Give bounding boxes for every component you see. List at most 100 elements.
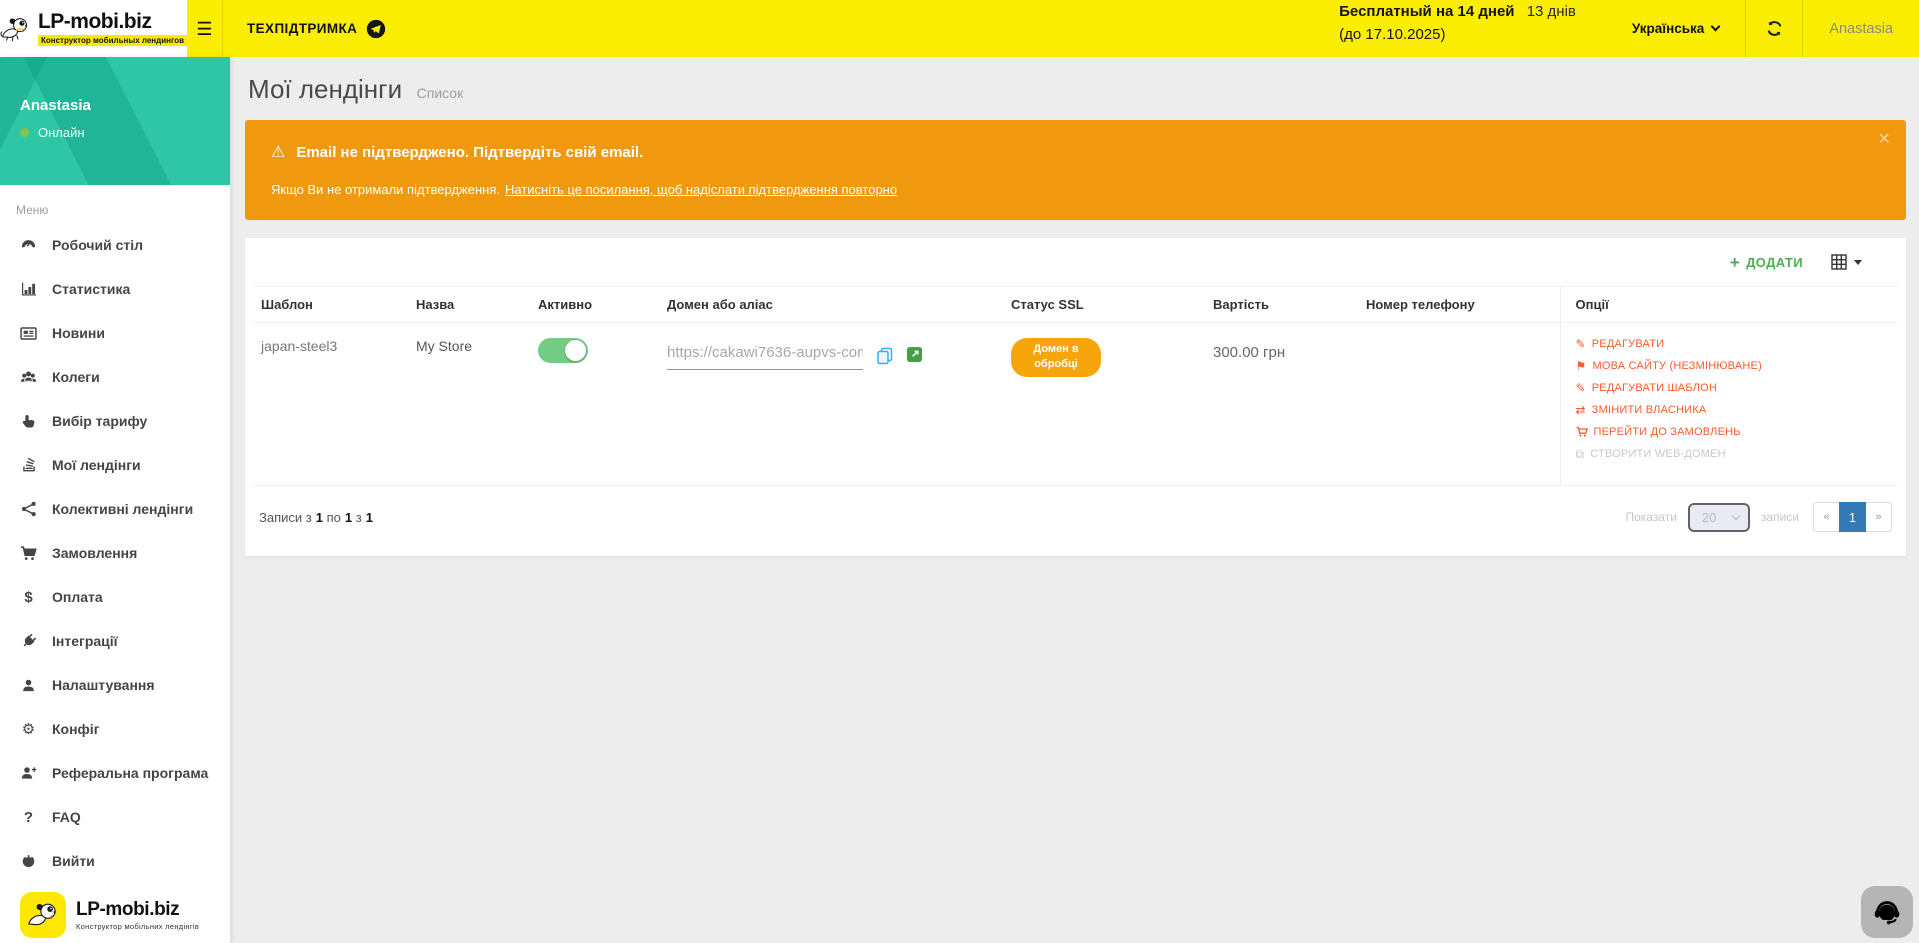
integrations-icon	[19, 633, 38, 649]
copy-domain-icon[interactable]	[876, 347, 894, 365]
sidebar-item-referral[interactable]: Реферальна програма	[0, 751, 230, 795]
column-header-ssl: Статус SSL	[1003, 287, 1205, 323]
cell-phone	[1358, 323, 1560, 486]
option-edit[interactable]: ✎ РЕДАГУВАТИ	[1576, 338, 1891, 350]
sidebar-item-statistics[interactable]: Статистика	[0, 267, 230, 311]
language-selector[interactable]: Українська	[1606, 0, 1745, 57]
domain-input[interactable]	[667, 338, 863, 370]
support-label: ТЕХПІДТРИМКА	[247, 21, 357, 36]
orders-icon	[19, 545, 38, 562]
my-landings-icon	[19, 457, 38, 473]
dashboard-icon	[19, 237, 38, 254]
sidebar-item-config[interactable]: ⚙ Конфіг	[0, 707, 230, 751]
sidebar-item-label: Замовлення	[52, 545, 137, 561]
online-status-label: Онлайн	[38, 125, 85, 140]
brand-logo[interactable]: LP-mobi.biz Конструктор мобильных лендин…	[0, 0, 187, 57]
column-header-phone: Номер телефону	[1358, 287, 1560, 323]
menu-section-label: Меню	[0, 185, 230, 217]
option-label: РЕДАГУВАТИ	[1592, 338, 1664, 350]
sidebar-item-label: Налаштування	[52, 677, 155, 693]
landings-panel: + ДОДАТИ Шаблон На	[245, 238, 1906, 556]
sidebar-item-orders[interactable]: Замовлення	[0, 531, 230, 575]
pagination-next-button[interactable]: »	[1865, 502, 1892, 532]
sidebar-item-integrations[interactable]: Інтеграції	[0, 619, 230, 663]
landings-table: Шаблон Назва Активно Домен або аліас Ста…	[253, 286, 1898, 486]
footer-brand-subtitle: Конструктор мобільних лендінгів	[76, 922, 199, 931]
page-size-select[interactable]: 20	[1688, 503, 1750, 532]
sidebar-item-label: Реферальна програма	[52, 765, 208, 781]
sidebar-item-my-landings[interactable]: Мої лендінги	[0, 443, 230, 487]
option-label: РЕДАГУВАТИ ШАБЛОН	[1592, 382, 1717, 394]
footer-brand-title: LP-mobi.biz	[76, 899, 199, 921]
option-site-language[interactable]: ⚑ МОВА САЙТУ (НЕЗМІНЮВАНЕ)	[1576, 360, 1891, 372]
sidebar-item-logout[interactable]: Вийти	[0, 839, 230, 883]
cell-template: japan-steel3	[253, 323, 408, 486]
sidebar-item-label: Конфіг	[52, 721, 100, 737]
config-icon: ⚙	[19, 720, 38, 738]
brand-subtitle: Конструктор мобильных лендингов	[38, 35, 187, 46]
sidebar-item-faq[interactable]: ? FAQ	[0, 795, 230, 839]
caret-down-icon	[1854, 260, 1862, 265]
ssl-status-badge: Домен в обробці	[1011, 338, 1101, 377]
refresh-button[interactable]	[1746, 0, 1802, 57]
sidebar-item-label: Вийти	[52, 853, 95, 869]
online-status-dot	[20, 128, 29, 137]
sidebar-item-label: Робочий стіл	[52, 237, 143, 253]
open-site-icon[interactable]	[907, 347, 922, 362]
sidebar-item-collective-landings[interactable]: Колективні лендінги	[0, 487, 230, 531]
table-row: japan-steel3 My Store	[253, 323, 1898, 486]
sidebar-item-colleagues[interactable]: Колеги	[0, 355, 230, 399]
resend-confirmation-link[interactable]: Натисніть це посилання, щоб надіслати пі…	[505, 182, 897, 197]
page-title: Мої лендінги	[248, 74, 402, 104]
pagination-page-1-button[interactable]: 1	[1839, 502, 1866, 532]
sidebar-item-news[interactable]: Новини	[0, 311, 230, 355]
sidebar-item-dashboard[interactable]: Робочий стіл	[0, 223, 230, 267]
pagination-prev-button[interactable]: «	[1813, 502, 1840, 532]
option-label: ПЕРЕЙТИ ДО ЗАМОВЛЕНЬ	[1594, 426, 1741, 438]
column-header-price: Вартість	[1205, 287, 1358, 323]
support-chat-button[interactable]	[1861, 886, 1913, 938]
sidebar-user-panel: Anastasia Онлайн	[0, 57, 230, 185]
topbar-username[interactable]: Anastasia	[1803, 0, 1919, 57]
sidebar-item-tariff[interactable]: Вибір тарифу	[0, 399, 230, 443]
add-landing-button[interactable]: + ДОДАТИ	[1730, 254, 1803, 271]
support-link[interactable]: ТЕХПІДТРИМКА	[223, 0, 406, 57]
sidebar-item-label: FAQ	[52, 809, 81, 825]
column-header-name: Назва	[408, 287, 530, 323]
telegram-icon	[366, 19, 386, 39]
columns-dropdown-button[interactable]	[1831, 254, 1862, 270]
trial-plan-name: Бесплатный на 14 дней	[1339, 3, 1514, 20]
main-content: Мої лендінги Список ⚠ Email не підтвердж…	[230, 57, 1919, 943]
add-button-label: ДОДАТИ	[1746, 255, 1803, 270]
option-edit-template[interactable]: ✎ РЕДАГУВАТИ ШАБЛОН	[1576, 382, 1891, 394]
language-icon: ⚑	[1576, 360, 1587, 372]
column-header-active: Активно	[530, 287, 659, 323]
dog-logo-icon	[0, 12, 31, 46]
edit-icon: ✎	[1576, 338, 1586, 350]
sidebar-item-label: Мої лендінги	[52, 457, 141, 473]
edit-template-icon: ✎	[1576, 382, 1586, 394]
refresh-icon	[1766, 20, 1783, 37]
close-icon[interactable]: ×	[1878, 129, 1890, 149]
column-header-template: Шаблон	[253, 287, 408, 323]
option-go-to-orders[interactable]: ПЕРЕЙТИ ДО ЗАМОВЛЕНЬ	[1576, 426, 1891, 438]
sidebar: Anastasia Онлайн Меню Робочий стіл Стати…	[0, 57, 230, 943]
sidebar-footer-brand[interactable]: LP-mobi.biz Конструктор мобільних лендін…	[0, 883, 230, 943]
cell-name: My Store	[408, 323, 530, 486]
footer-dog-logo-icon	[20, 892, 66, 938]
plus-icon: +	[1730, 254, 1740, 271]
page-subtitle: Список	[417, 85, 464, 101]
option-label: ЗМІНИТИ ВЛАСНИКА	[1592, 404, 1707, 416]
colleagues-icon	[19, 369, 38, 386]
tariff-icon	[19, 413, 38, 429]
sidebar-toggle-button[interactable]: ☰	[187, 0, 223, 57]
statistics-icon	[19, 281, 38, 297]
sidebar-item-settings[interactable]: Налаштування	[0, 663, 230, 707]
active-toggle[interactable]	[538, 338, 588, 363]
alert-line-text: Якщо Ви не отримали підтвердження.	[271, 182, 500, 197]
option-change-owner[interactable]: ⇄ ЗМІНИТИ ВЛАСНИКА	[1576, 404, 1891, 416]
table-grid-icon	[1831, 254, 1847, 270]
sidebar-item-payment[interactable]: $ Оплата	[0, 575, 230, 619]
trial-info: Бесплатный на 14 дней 13 днів (до 17.10.…	[1339, 0, 1576, 57]
cell-price: 300.00 грн	[1205, 323, 1358, 486]
